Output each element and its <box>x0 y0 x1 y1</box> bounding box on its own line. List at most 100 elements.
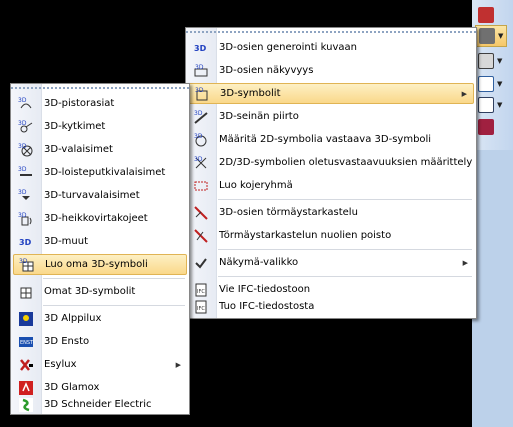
svg-text:3D: 3D <box>18 120 27 127</box>
svg-text:IFC: IFC <box>197 306 205 312</box>
ensto-icon: ENSTO <box>18 334 34 350</box>
menu-item-view-menu[interactable]: Näkymä-valikko ▶ <box>188 252 474 273</box>
svg-text:3D: 3D <box>18 212 27 219</box>
menu-item-wall-draw[interactable]: 3D 3D-seinän piirto <box>188 106 474 127</box>
menu-separator <box>43 305 185 306</box>
svg-text:3D: 3D <box>18 189 27 196</box>
chevron-down-icon: ▼ <box>497 57 503 65</box>
submenu-item-alppilux[interactable]: 3D Alppilux <box>13 308 187 329</box>
svg-text:3D: 3D <box>194 133 203 140</box>
document-icon <box>478 76 494 92</box>
text-a-icon <box>478 53 494 69</box>
list-icon <box>478 97 494 113</box>
submenu-item-label: 3D Glamox <box>44 382 100 393</box>
menu-item-label: Tuo IFC-tiedostosta <box>219 301 315 312</box>
submenu-item-label: 3D-loisteputkivalaisimet <box>44 167 166 178</box>
toolbar-button-books[interactable] <box>475 116 507 138</box>
symbol-map-icon: 3D <box>193 132 209 148</box>
submenu-item-label: Esylux <box>44 359 77 370</box>
menu-item-label: 3D-symbolit <box>220 88 281 99</box>
menu-item-label: 3D-seinän piirto <box>219 111 299 122</box>
menu-item-label: 3D-osien törmäystarkastelu <box>219 207 358 218</box>
submenu-arrow-icon: ▶ <box>175 360 181 369</box>
submenu-item-low-voltage[interactable]: 3D 3D-heikkovirtakojeet <box>13 208 187 229</box>
gear-3d-icon <box>479 28 495 44</box>
books-icon <box>478 119 494 135</box>
submenu-item-label: 3D-muut <box>44 236 89 247</box>
menu-item-label: 3D-osien generointi kuvaan <box>219 42 357 53</box>
submenu-item-other[interactable]: 3D 3D-muut <box>13 231 187 252</box>
3d-symbols-icon: 3D <box>194 86 210 102</box>
submenu-item-label: 3D-heikkovirtakojeet <box>44 213 148 224</box>
chevron-down-icon: ▼ <box>497 80 503 88</box>
svg-text:3D: 3D <box>195 87 204 94</box>
submenu-item-esylux[interactable]: Esylux ▶ <box>13 354 187 375</box>
3d-generate-icon: 3D <box>193 40 209 56</box>
toolbar-button-text[interactable]: ▼ <box>475 50 507 72</box>
svg-text:3D: 3D <box>195 64 204 71</box>
submenu-item-label: 3D-valaisimet <box>44 144 113 155</box>
device-group-icon <box>193 178 209 194</box>
menu-grip[interactable] <box>11 84 189 91</box>
svg-text:3D: 3D <box>19 258 28 265</box>
menu-item-label: Vie IFC-tiedostoon <box>219 284 311 295</box>
svg-text:3D: 3D <box>19 238 32 247</box>
menu-item-label: 2D/3D-symbolien oletusvastaavuuksien mää… <box>219 157 473 168</box>
menu-item-3d-generate[interactable]: 3D 3D-osien generointi kuvaan <box>188 37 474 58</box>
svg-text:IFC: IFC <box>197 289 205 295</box>
menu-item-3d-symbols[interactable]: 3D 3D-symbolit ▶ <box>188 83 474 104</box>
menu-item-3d-visibility[interactable]: 3D 3D-osien näkyvyys <box>188 60 474 81</box>
menu-separator <box>218 276 472 277</box>
menu-item-ifc-import[interactable]: IFC Tuo IFC-tiedostosta <box>188 296 474 317</box>
submenu-item-label: 3D-pistorasiat <box>44 98 115 109</box>
menu-item-device-group[interactable]: Luo kojeryhmä <box>188 175 474 196</box>
chevron-down-icon: ▼ <box>498 32 504 40</box>
own-symbols-icon <box>18 284 34 300</box>
submenu-item-own-symbols[interactable]: Omat 3D-symbolit <box>13 281 187 302</box>
submenu-item-fluorescent[interactable]: 3D 3D-loisteputkivalaisimet <box>13 162 187 183</box>
submenu-item-lamps[interactable]: 3D 3D-valaisimet <box>13 139 187 160</box>
submenu-item-label: 3D-kytkimet <box>44 121 106 132</box>
submenu-item-label: 3D-turvavalaisimet <box>44 190 140 201</box>
create-symbol-icon: 3D <box>19 257 35 273</box>
symbol-default-icon: 3D <box>193 155 209 171</box>
layers-red-icon <box>478 7 494 23</box>
menu-grip[interactable] <box>186 28 476 35</box>
submenu-item-label: 3D Schneider Electric <box>44 399 152 410</box>
low-voltage-icon: 3D <box>18 211 34 227</box>
collision-check-icon <box>193 205 209 221</box>
submenu-item-create-symbol[interactable]: 3D Luo oma 3D-symboli <box>13 254 187 275</box>
menu-item-label: 3D-osien näkyvyys <box>219 65 314 76</box>
submenu-item-switches[interactable]: 3D 3D-kytkimet <box>13 116 187 137</box>
toolbar-button-3d[interactable]: ▼ <box>475 25 507 47</box>
menu-item-remove-arrows[interactable]: Törmäystarkastelun nuolien poisto <box>188 225 474 246</box>
toolbar-button-document[interactable]: ▼ <box>475 73 507 95</box>
svg-text:ENSTO: ENSTO <box>20 340 34 346</box>
submenu-arrow-icon: ▶ <box>461 89 467 98</box>
submenu-item-ensto[interactable]: ENSTO 3D Ensto <box>13 331 187 352</box>
submenu-item-emergency[interactable]: 3D 3D-turvavalaisimet <box>13 185 187 206</box>
svg-text:3D: 3D <box>18 166 27 173</box>
svg-text:3D: 3D <box>194 156 203 163</box>
schneider-icon <box>18 397 34 413</box>
menu-item-label: Määritä 2D-symbolia vastaava 3D-symboli <box>219 134 432 145</box>
menu-item-symbol-default[interactable]: 3D 2D/3D-symbolien oletusvastaavuuksien … <box>188 152 474 173</box>
3d-visibility-icon: 3D <box>193 63 209 79</box>
3d-menu: 3D 3D-osien generointi kuvaan 3D 3D-osie… <box>185 27 477 319</box>
menu-item-label: Törmäystarkastelun nuolien poisto <box>219 230 392 241</box>
submenu-item-schneider[interactable]: 3D Schneider Electric <box>13 394 187 415</box>
menu-item-label: Näkymä-valikko <box>219 257 299 268</box>
menu-item-symbol-map[interactable]: 3D Määritä 2D-symbolia vastaava 3D-symbo… <box>188 129 474 150</box>
fluorescent-icon: 3D <box>18 165 34 181</box>
menu-item-collision-check[interactable]: 3D-osien törmäystarkastelu <box>188 202 474 223</box>
submenu-item-sockets[interactable]: 3D 3D-pistorasiat <box>13 93 187 114</box>
menu-separator <box>43 278 185 279</box>
lamp-icon: 3D <box>18 142 34 158</box>
chevron-down-icon: ▼ <box>497 101 503 109</box>
esylux-icon <box>18 357 34 373</box>
toolbar-button-list[interactable]: ▼ <box>475 94 507 116</box>
emergency-light-icon: 3D <box>18 188 34 204</box>
ifc-import-icon: IFC <box>193 299 209 315</box>
view-menu-icon <box>193 255 209 271</box>
toolbar-button-layers[interactable] <box>475 4 507 26</box>
